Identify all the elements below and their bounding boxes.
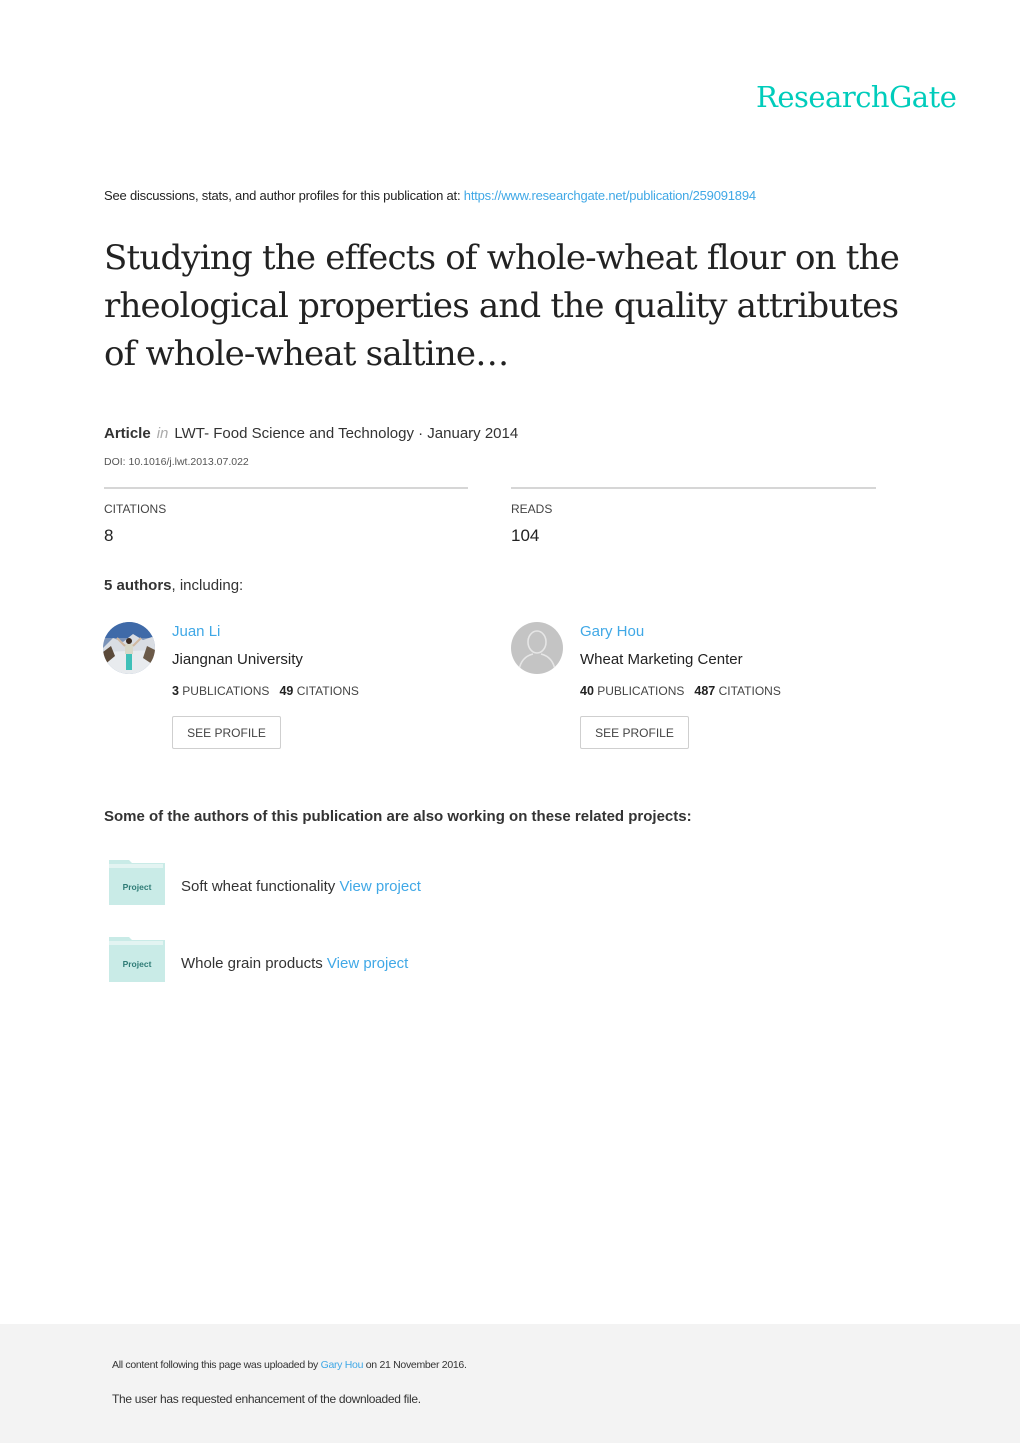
author-name-juan-li[interactable]: Juan Li (172, 623, 220, 640)
divider-citations (104, 487, 468, 489)
in-label: in (156, 425, 169, 442)
see-profile-button-juan-li[interactable]: SEE PROFILE (172, 716, 281, 749)
publication-type: Article (104, 425, 151, 442)
author-name-gary-hou[interactable]: Gary Hou (580, 623, 644, 640)
uploaded-prefix: All content following this page was uplo… (112, 1359, 321, 1371)
see-profile-button-gary-hou[interactable]: SEE PROFILE (580, 716, 689, 749)
author-stats: 40 PUBLICATIONS 487 CITATIONS (580, 684, 781, 698)
authors-count-number: 5 authors (104, 577, 172, 594)
author-institution: Wheat Marketing Center (580, 651, 743, 668)
citations-label: CITATIONS (296, 684, 359, 698)
project-item: Whole grain products View project (181, 955, 408, 972)
citations-count: 487 (694, 684, 716, 698)
citations-value: 8 (104, 526, 114, 545)
citations-label: CITATIONS (104, 502, 167, 516)
project-icon-label: Project (123, 882, 152, 892)
authors-count: 5 authors, including: (104, 577, 243, 594)
doi: DOI: 10.1016/j.lwt.2013.07.022 (104, 456, 249, 468)
publications-count: 40 (580, 684, 594, 698)
view-project-link[interactable]: View project (327, 955, 408, 972)
default-user-icon (511, 622, 563, 674)
citations-label: CITATIONS (718, 684, 781, 698)
divider-reads (511, 487, 876, 489)
researchgate-logo[interactable]: ResearchGate (756, 80, 957, 114)
author-institution: Jiangnan University (172, 651, 303, 668)
project-name: Soft wheat functionality (181, 878, 340, 895)
avatar-gary-hou[interactable] (511, 622, 563, 674)
publication-meta: Article in LWT- Food Science and Technolog… (104, 425, 518, 442)
reads-label: READS (511, 502, 553, 516)
avatar-juan-li[interactable] (103, 622, 155, 674)
reads-value: 104 (511, 526, 540, 545)
publications-label: PUBLICATIONS (182, 684, 270, 698)
citations-count: 49 (279, 684, 294, 698)
see-discussions-line: See discussions, stats, and author profi… (104, 188, 756, 203)
project-item: Soft wheat functionality View project (181, 878, 421, 895)
related-projects-heading: Some of the authors of this publication … (104, 808, 692, 825)
author-photo-icon (103, 622, 155, 674)
project-folder-icon: Project (109, 937, 165, 982)
footer (0, 1324, 1020, 1443)
publications-count: 3 (172, 684, 179, 698)
publications-label: PUBLICATIONS (597, 684, 685, 698)
project-folder-icon: Project (109, 860, 165, 905)
uploader-link[interactable]: Gary Hou (321, 1359, 364, 1371)
authors-count-suffix: , including: (171, 577, 244, 594)
see-discussions-text: See discussions, stats, and author profi… (104, 188, 464, 203)
publication-title: Studying the effects of whole-wheat flou… (104, 238, 900, 374)
project-icon-label: Project (123, 959, 152, 969)
uploaded-by-line: All content following this page was uplo… (112, 1359, 467, 1371)
author-stats: 3 PUBLICATIONS 49 CITATIONS (172, 684, 359, 698)
journal-date: LWT- Food Science and Technology · Janua… (174, 425, 519, 442)
view-project-link[interactable]: View project (339, 878, 420, 895)
publication-url-link[interactable]: https://www.researchgate.net/publication… (464, 188, 756, 203)
project-name: Whole grain products (181, 955, 327, 972)
enhancement-notice: The user has requested enhancement of th… (112, 1392, 421, 1406)
uploaded-suffix: on 21 November 2016. (363, 1359, 467, 1371)
